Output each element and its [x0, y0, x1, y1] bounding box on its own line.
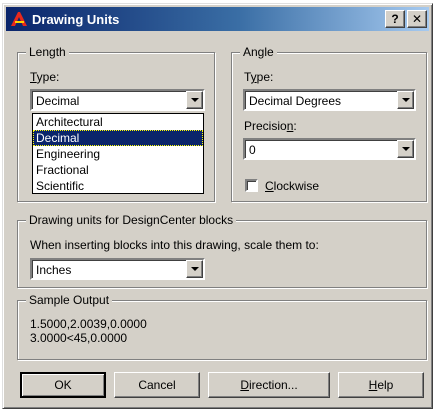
designcenter-legend: Drawing units for DesignCenter blocks — [26, 213, 237, 227]
insert-units-value: Inches — [36, 263, 72, 277]
chevron-down-icon[interactable] — [186, 260, 203, 278]
autocad-app-icon — [11, 12, 27, 26]
help-button[interactable]: Help — [338, 372, 424, 398]
window-title: Drawing Units — [32, 11, 120, 27]
length-type-combo[interactable]: Decimal — [30, 89, 205, 111]
designcenter-prompt: When inserting blocks into this drawing,… — [30, 238, 319, 252]
sample-output-legend: Sample Output — [26, 293, 113, 307]
angle-legend: Angle — [240, 45, 277, 59]
clockwise-label[interactable]: Clockwise — [265, 179, 319, 193]
close-button[interactable]: ✕ — [407, 10, 427, 28]
list-item[interactable]: Architectural — [33, 114, 203, 130]
chevron-down-icon[interactable] — [397, 140, 414, 158]
cancel-button[interactable]: Cancel — [114, 372, 200, 398]
sample-line-1: 1.5000,2.0039,0.0000 — [30, 317, 147, 331]
direction-button[interactable]: Direction... — [208, 372, 330, 398]
ok-button[interactable]: OK — [20, 372, 106, 398]
length-type-value: Decimal — [36, 94, 80, 108]
length-legend: Length — [26, 45, 69, 59]
angle-type-combo[interactable]: Decimal Degrees — [243, 89, 416, 111]
title-bar[interactable]: Drawing Units ? ✕ — [6, 7, 429, 31]
clockwise-checkbox[interactable] — [245, 179, 258, 192]
chevron-down-icon[interactable] — [186, 91, 203, 109]
chevron-down-icon[interactable] — [397, 91, 414, 109]
drawing-units-dialog: Drawing Units ? ✕ Length Type: Decimal A… — [2, 3, 433, 409]
precision-label: Precision: — [244, 119, 297, 133]
length-type-dropdown-list[interactable]: Architectural Decimal Engineering Fractiona… — [32, 113, 204, 194]
insert-units-combo[interactable]: Inches — [30, 258, 205, 280]
list-item[interactable]: Decimal — [33, 130, 203, 146]
help-title-button[interactable]: ? — [385, 10, 405, 28]
length-type-label: Type: — [30, 70, 60, 84]
precision-combo[interactable]: 0 — [243, 138, 416, 160]
list-item[interactable]: Engineering — [33, 146, 203, 162]
list-item[interactable]: Scientific — [33, 178, 203, 194]
angle-type-value: Decimal Degrees — [249, 94, 342, 108]
list-item[interactable]: Fractional — [33, 162, 203, 178]
sample-line-2: 3.0000<45,0.0000 — [30, 331, 128, 345]
precision-value: 0 — [249, 143, 256, 157]
angle-type-label: Type: — [244, 70, 274, 84]
